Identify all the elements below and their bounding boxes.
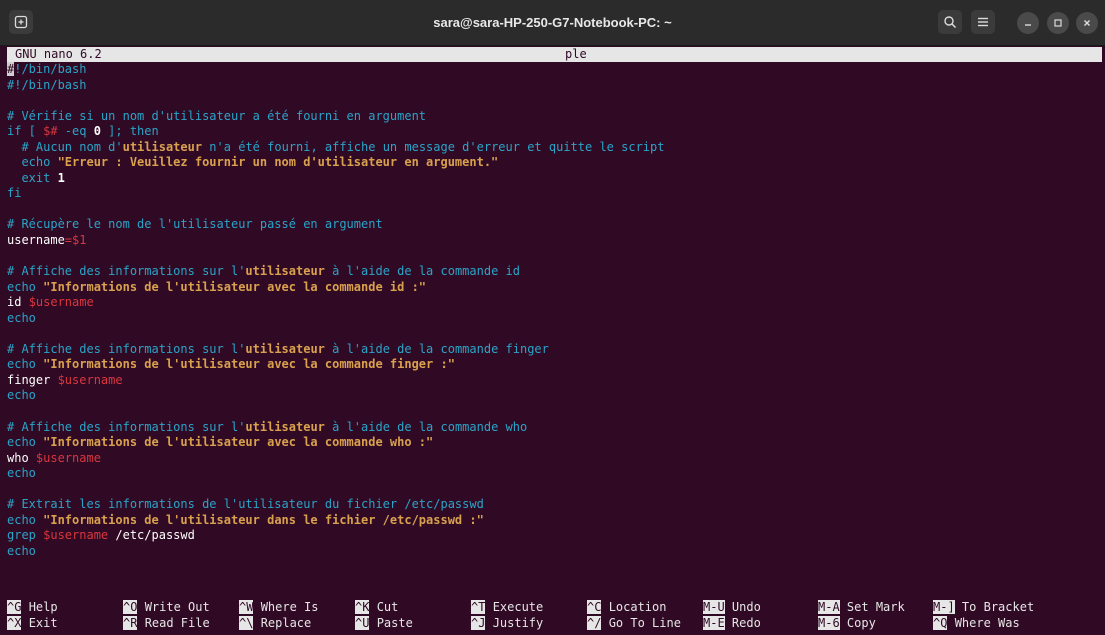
nano-header-bar: GNU nano 6.2 ple <box>7 47 1102 62</box>
code-line-8: exit 1 <box>7 170 65 185</box>
minimize-glyph <box>1025 24 1031 26</box>
shortcut-justify[interactable]: ^J Justify <box>471 616 543 631</box>
code-line-7: echo "Erreur : Veuillez fournir un nom d… <box>7 155 499 170</box>
code-line-22: echo <box>7 388 36 403</box>
code-line-5: if [ $# -eq 0 ]; then <box>7 124 159 139</box>
editor-buffer[interactable]: #!/bin/bash #!/bin/bash # Vérifie si un … <box>7 62 1105 560</box>
code-line-15: echo "Informations de l'utilisateur avec… <box>7 279 427 294</box>
shortcut-read-file[interactable]: ^R Read File <box>123 616 210 631</box>
nano-filename: ple <box>565 47 587 61</box>
code-line-25: echo "Informations de l'utilisateur avec… <box>7 435 434 450</box>
code-line-20: echo "Informations de l'utilisateur avec… <box>7 357 455 372</box>
hamburger-menu-icon[interactable] <box>971 10 995 34</box>
code-line-4: # Vérifie si un nom d'utilisateur a été … <box>7 108 427 123</box>
shortcut-to-bracket[interactable]: M-] To Bracket <box>933 600 1034 615</box>
shortcut-go-to-line[interactable]: ^/ Go To Line <box>587 616 681 631</box>
shortcut-location[interactable]: ^C Location <box>587 600 666 615</box>
code-line-19: # Affiche des informations sur l'utilisa… <box>7 341 549 356</box>
nano-version: GNU nano 6.2 <box>15 47 102 61</box>
code-line-16: id $username <box>7 295 94 310</box>
terminal-area[interactable]: GNU nano 6.2 ple #!/bin/bash #!/bin/bash… <box>7 46 1105 635</box>
close-glyph <box>1084 20 1090 26</box>
shortcut-exit[interactable]: ^X Exit <box>7 616 58 631</box>
shortcut-set-mark[interactable]: M-A Set Mark <box>818 600 905 615</box>
code-line-31: grep $username /etc/passwd <box>7 528 195 543</box>
minimize-icon[interactable] <box>1017 12 1039 34</box>
shortcut-paste[interactable]: ^U Paste <box>355 616 413 631</box>
shortcut-undo[interactable]: M-U Undo <box>703 600 761 615</box>
shortcut-cut[interactable]: ^K Cut <box>355 600 398 615</box>
shortcut-write-out[interactable]: ^O Write Out <box>123 600 210 615</box>
shortcut-help[interactable]: ^G Help <box>7 600 58 615</box>
code-line-26: who $username <box>7 450 101 465</box>
code-line-27: echo <box>7 466 36 481</box>
shortcut-where-was[interactable]: ^Q Where Was <box>933 616 1020 631</box>
search-glyph <box>944 16 957 29</box>
code-line-17: echo <box>7 310 36 325</box>
code-line-11: # Récupère le nom de l'utilisateur passé… <box>7 217 383 232</box>
nano-shortcut-bar: ^G Help ^X Exit ^O Write Out ^R Read Fil… <box>7 600 1105 632</box>
shortcut-redo[interactable]: M-E Redo <box>703 616 761 631</box>
code-line-30: echo "Informations de l'utilisateur dans… <box>7 512 484 527</box>
window-titlebar: sara@sara-HP-250-G7-Notebook-PC: ~ <box>0 0 1105 46</box>
close-icon[interactable] <box>1076 12 1098 34</box>
code-line-12: username=$1 <box>7 233 87 248</box>
shortcut-execute[interactable]: ^T Execute <box>471 600 543 615</box>
menu-glyph <box>978 17 988 27</box>
code-line-1: #!/bin/bash <box>7 62 87 76</box>
code-line-24: # Affiche des informations sur l'utilisa… <box>7 419 528 434</box>
maximize-glyph <box>1054 19 1062 27</box>
search-icon[interactable] <box>938 10 962 34</box>
shortcut-replace[interactable]: ^\ Replace <box>239 616 311 631</box>
code-line-29: # Extrait les informations de l'utilisat… <box>7 497 484 512</box>
code-line-2: #!/bin/bash <box>7 77 87 92</box>
code-line-21: finger $username <box>7 372 123 387</box>
code-line-9: fi <box>7 186 22 201</box>
shortcut-where-is[interactable]: ^W Where Is <box>239 600 318 615</box>
code-line-14: # Affiche des informations sur l'utilisa… <box>7 264 520 279</box>
code-line-32: echo <box>7 543 36 558</box>
code-line-6: # Aucun nom d'utilisateur n'a été fourni… <box>7 139 665 154</box>
shortcut-copy[interactable]: M-6 Copy <box>818 616 876 631</box>
maximize-icon[interactable] <box>1047 12 1069 34</box>
